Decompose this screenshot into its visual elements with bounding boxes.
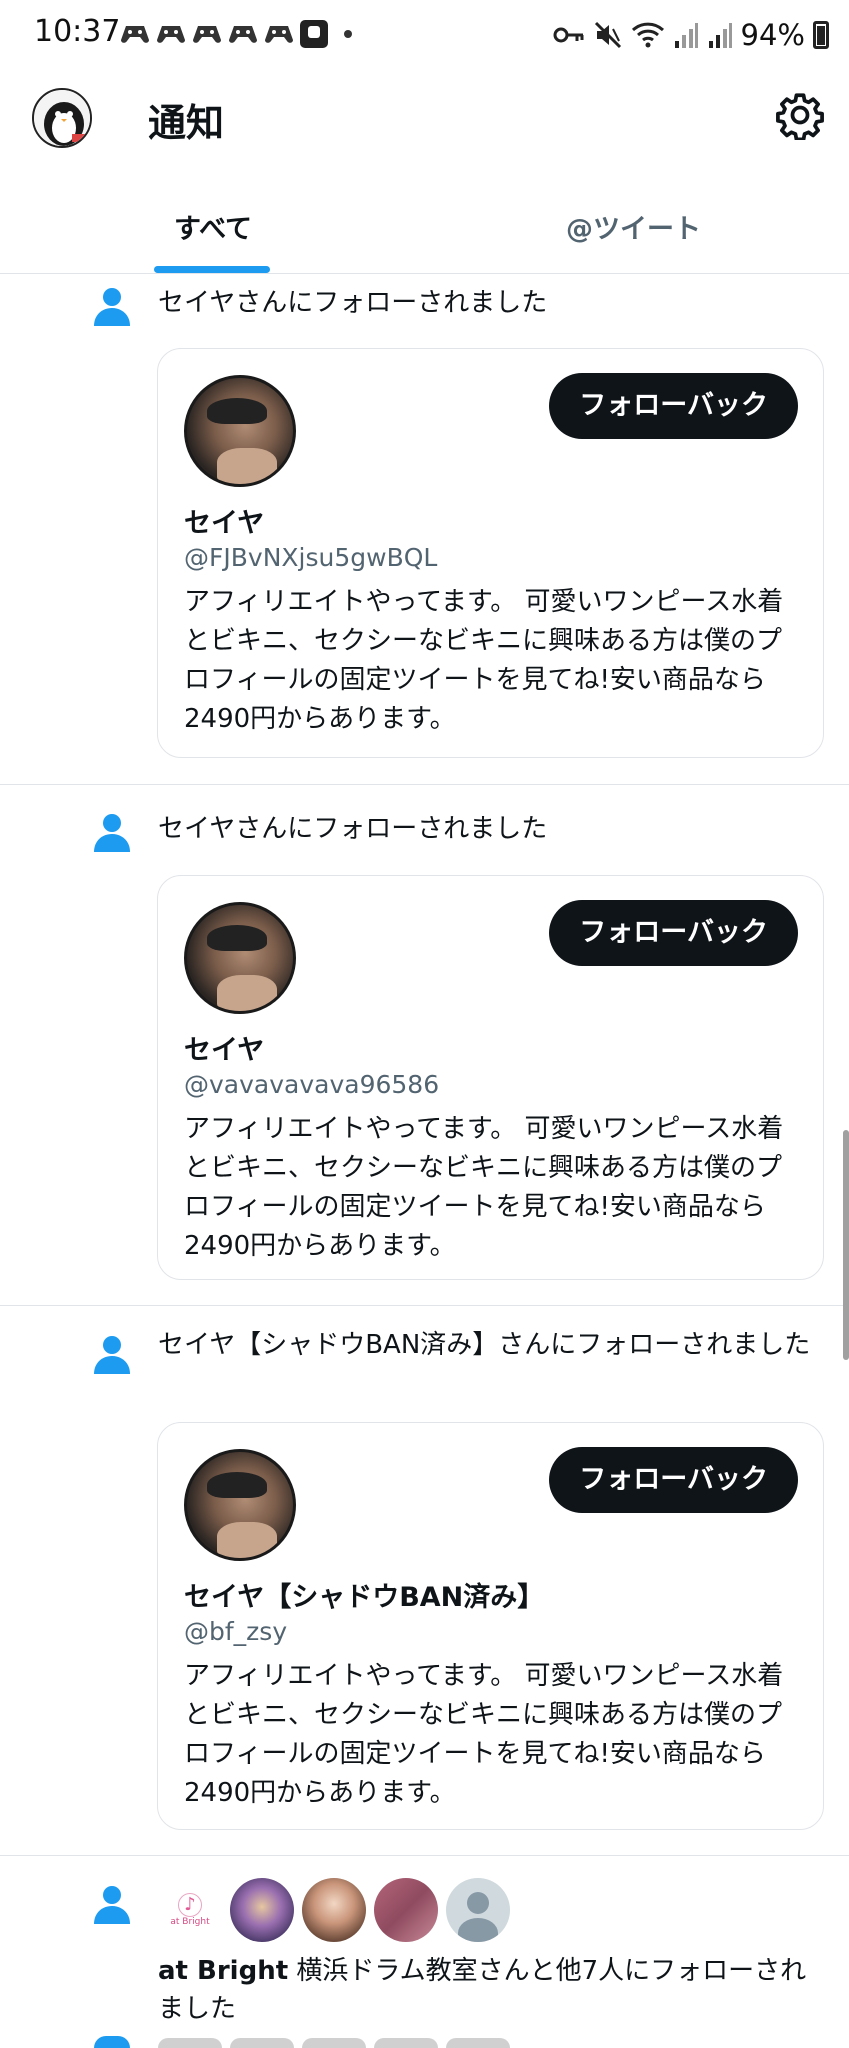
music-note-icon: ♪ (178, 1893, 202, 1917)
next-notification-partial (0, 2032, 849, 2048)
notification-text: セイヤさんにフォローされました (158, 288, 548, 318)
status-bar: 10:37 94% (0, 0, 849, 72)
tab-mentions-label: @ツイート (566, 214, 701, 245)
notification-item[interactable]: セイヤさんにフォローされました フォローバック セイヤ @vavavavava9… (0, 800, 849, 1305)
person-icon (94, 1886, 130, 1924)
profile-bio: アフィリエイトやってます。 可愛いワンピース水着とビキニ、セクシーなビキニに興味… (184, 587, 784, 734)
follower-avatar-logo-text: at Bright (170, 1917, 210, 1927)
default-avatar-icon[interactable] (446, 1878, 510, 1942)
follower-avatar (374, 2038, 438, 2048)
follower-avatar[interactable] (302, 1878, 366, 1942)
person-icon (94, 814, 130, 852)
follower-avatar[interactable] (374, 1878, 438, 1942)
profile-handle: @FJBvNXjsu5gwBQL (184, 543, 438, 572)
tab-all-label: すべて (174, 214, 253, 245)
mute-icon (594, 21, 621, 49)
notification-icons (120, 20, 352, 48)
notification-text: セイヤさんにフォローされました (158, 814, 548, 844)
game-controller-icon (121, 26, 149, 43)
profile-avatar[interactable] (184, 1449, 296, 1561)
game-controller-icon (157, 26, 185, 43)
profile-card[interactable]: フォローバック セイヤ @vavavavava96586 アフィリエイトやってま… (157, 875, 824, 1280)
group-notification-text: at Bright 横浜ドラム教室さんと他7人にフォローされました (158, 1952, 818, 2028)
follow-back-button[interactable]: フォローバック (549, 900, 798, 966)
notification-item[interactable]: セイヤさんにフォローされました フォローバック セイヤ @FJBvNXjsu5g… (0, 274, 849, 784)
notification-tabs: すべて @ツイート (0, 172, 849, 274)
app-notification-icon (300, 20, 328, 48)
group-notification-item[interactable]: ♪ at Bright at Bright 横浜ドラム教室さんと他7人にフォロー… (0, 1870, 849, 2040)
divider (0, 1305, 849, 1306)
game-controller-icon (265, 26, 293, 43)
notification-item[interactable]: セイヤ【シャドウBAN済み】さんにフォローされました フォローバック セイヤ【シ… (0, 1322, 849, 1852)
group-notification-name[interactable]: at Bright (158, 1956, 288, 1986)
follower-avatar[interactable] (230, 1878, 294, 1942)
person-icon (94, 2036, 130, 2048)
profile-bio: アフィリエイトやってます。 可愛いワンピース水着とビキニ、セクシーなビキニに興味… (184, 1661, 784, 1808)
status-time: 10:37 (34, 14, 121, 49)
follow-back-button[interactable]: フォローバック (549, 1447, 798, 1513)
game-controller-icon (193, 26, 221, 43)
status-right: 94% (553, 18, 829, 52)
battery-icon (813, 21, 829, 49)
profile-avatar[interactable] (184, 902, 296, 1014)
profile-name: セイヤ (184, 1035, 265, 1066)
person-icon (94, 288, 130, 326)
profile-handle: @vavavavava96586 (184, 1070, 440, 1099)
signal-icon (708, 23, 732, 48)
profile-avatar[interactable] (184, 375, 296, 487)
follower-avatar (230, 2038, 294, 2048)
profile-card[interactable]: フォローバック セイヤ【シャドウBAN済み】 @bf_zsy アフィリエイトやっ… (157, 1422, 824, 1830)
profile-handle: @bf_zsy (184, 1617, 288, 1646)
tab-selected-indicator (154, 266, 270, 273)
app-header: 通知 (0, 72, 849, 172)
follower-avatars: ♪ at Bright (158, 1878, 510, 1942)
tab-all[interactable]: すべて (0, 172, 424, 274)
follow-back-button[interactable]: フォローバック (549, 373, 798, 439)
profile-bio: アフィリエイトやってます。 可愛いワンピース水着とビキニ、セクシーなビキニに興味… (184, 1114, 784, 1261)
follower-avatar (302, 2038, 366, 2048)
gear-icon[interactable] (775, 90, 825, 140)
follower-avatar (446, 2038, 510, 2048)
battery-percent: 94% (740, 18, 805, 52)
tab-mentions[interactable]: @ツイート (424, 172, 848, 274)
scrollbar[interactable] (843, 1130, 849, 1360)
person-icon (94, 1336, 130, 1374)
key-icon (553, 27, 584, 43)
signal-icon (674, 23, 698, 48)
follower-avatar (158, 2038, 222, 2048)
divider (0, 784, 849, 785)
divider (0, 1855, 849, 1856)
page-title: 通知 (148, 101, 225, 145)
my-avatar[interactable] (32, 88, 92, 148)
profile-name: セイヤ (184, 508, 265, 539)
profile-name: セイヤ【シャドウBAN済み】 (184, 1582, 545, 1613)
follower-avatar[interactable]: ♪ at Bright (158, 1878, 222, 1942)
game-controller-icon (229, 26, 257, 43)
wifi-icon (631, 22, 664, 48)
profile-card[interactable]: フォローバック セイヤ @FJBvNXjsu5gwBQL アフィリエイトやってま… (157, 348, 824, 758)
more-notifications-dot-icon (344, 30, 352, 38)
notification-text: セイヤ【シャドウBAN済み】さんにフォローされました (158, 1330, 811, 1360)
penguin-avatar-icon (34, 90, 90, 146)
